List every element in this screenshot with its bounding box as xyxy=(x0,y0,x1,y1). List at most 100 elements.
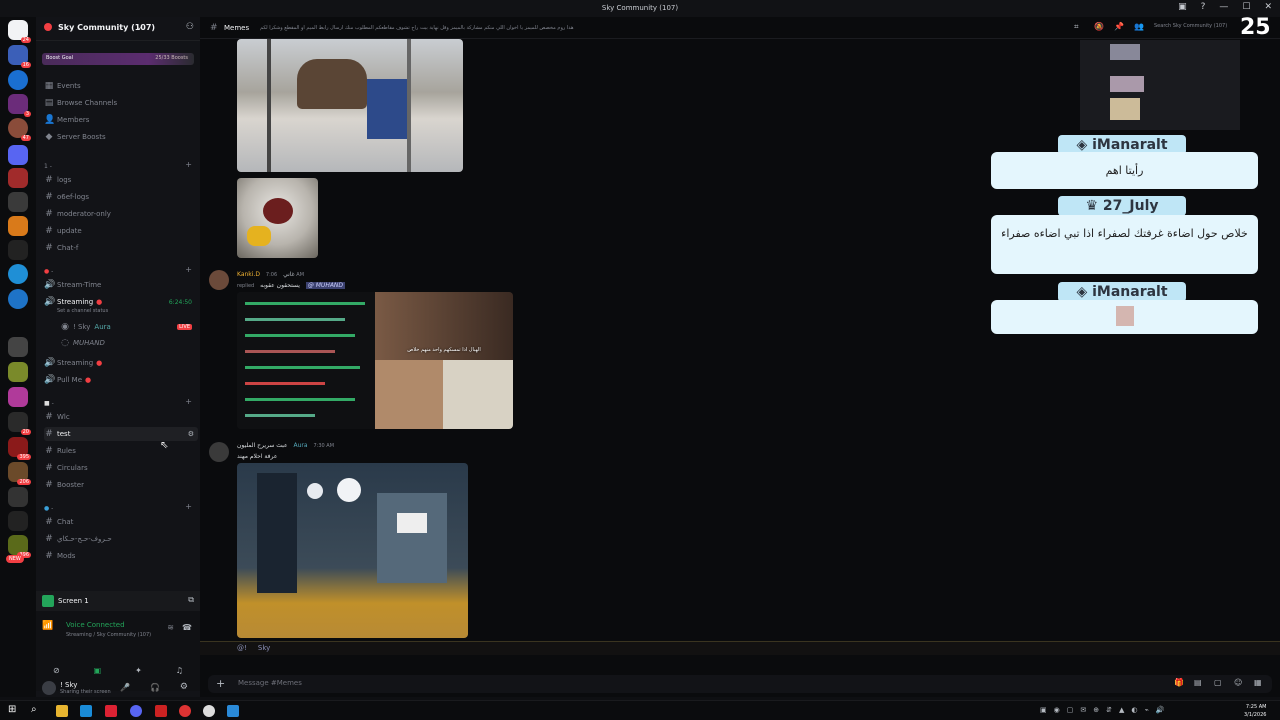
add-channel-icon[interactable]: + xyxy=(185,397,192,406)
server-icon[interactable]: 396 xyxy=(8,535,31,558)
share-screen-icon[interactable]: ▣ xyxy=(94,666,102,675)
server-icon[interactable]: 3 xyxy=(8,94,31,117)
user-settings-icon[interactable]: ⚙ xyxy=(180,682,188,692)
disconnect-icon[interactable]: ☎ xyxy=(182,623,192,632)
clock[interactable]: 7:25 AM 3/1/2026 xyxy=(1244,703,1266,719)
voice-channel-streaming-2[interactable]: 🔊 Streaming ● xyxy=(44,356,198,370)
pin-icon[interactable]: 📌 xyxy=(1114,22,1124,31)
add-channel-icon[interactable]: + xyxy=(185,265,192,274)
message-input[interactable]: Message #Memes xyxy=(238,679,302,687)
avatar[interactable] xyxy=(42,681,56,695)
category-header[interactable]: ● - xyxy=(44,505,53,512)
popout-icon[interactable]: ⧉ xyxy=(188,595,194,605)
add-member-icon[interactable]: ⚇ xyxy=(186,22,194,32)
voice-channel-stream-time[interactable]: 🔊 Stream-Time xyxy=(44,278,198,292)
server-header[interactable]: Sky Community (107) ⌄ ⚇ xyxy=(36,17,200,41)
activities-icon[interactable]: ✦ xyxy=(135,666,142,675)
app-icon[interactable] xyxy=(203,705,215,717)
channel-circulars[interactable]: # Circulars xyxy=(44,461,198,475)
server-icon[interactable]: 20 xyxy=(8,412,31,435)
channel-logs[interactable]: # logs xyxy=(44,173,198,187)
channel-rules[interactable]: # Rules xyxy=(44,444,198,458)
screen-share-bar[interactable]: Screen 1 ⧉ xyxy=(36,591,200,611)
noise-suppression-icon[interactable]: ≋ xyxy=(167,623,174,632)
meme-image-lights-shop[interactable] xyxy=(237,463,468,638)
app-icon[interactable] xyxy=(80,705,92,717)
channel-o6ef-logs[interactable]: # o6ef-logs xyxy=(44,190,198,204)
maximize-button[interactable]: ☐ xyxy=(1242,2,1250,12)
app-icon[interactable] xyxy=(105,705,117,717)
app-icon[interactable] xyxy=(227,705,239,717)
server-icon[interactable]: 395 xyxy=(8,437,31,460)
server-icon[interactable] xyxy=(8,192,28,212)
voice-status[interactable]: Voice Connected xyxy=(66,621,125,629)
microphone-icon[interactable]: 🎤 xyxy=(120,683,130,692)
help-icon[interactable]: ? xyxy=(1201,2,1206,12)
channel-moderator-only[interactable]: # moderator-only xyxy=(44,207,198,221)
apps-icon[interactable]: ▦ xyxy=(1254,678,1262,687)
category-header[interactable]: ● - xyxy=(44,268,53,275)
channel-test[interactable]: # test ⚙ xyxy=(44,427,198,441)
meme-image-horse[interactable] xyxy=(237,39,463,172)
emoji-icon[interactable]: ☺ xyxy=(1234,678,1242,687)
server-icon[interactable]: 16 xyxy=(8,45,31,68)
channel-mods[interactable]: # Mods xyxy=(44,549,198,563)
server-icon[interactable] xyxy=(8,240,28,260)
server-icon[interactable] xyxy=(8,362,28,382)
channel-chat-f[interactable]: # Chat-f xyxy=(44,241,198,255)
inbox-icon[interactable]: ▣ xyxy=(1178,2,1187,12)
voice-channel-streaming[interactable]: 🔊 Streaming ● 6:24:50 xyxy=(44,295,198,309)
mute-icon[interactable]: 🔕 xyxy=(1094,22,1104,31)
channel-topic[interactable]: هذا روم مخصص للميمز يا اخوان اللي منكم م… xyxy=(260,25,680,31)
camera-off-icon[interactable]: ⊘ xyxy=(53,666,60,675)
avatar[interactable] xyxy=(209,270,229,290)
file-explorer-icon[interactable] xyxy=(56,705,68,717)
search-icon[interactable]: ⌕ xyxy=(31,704,37,715)
server-icon[interactable]: 47 xyxy=(8,118,31,141)
system-tray[interactable]: ▣ ◉ ▢ ✉ ⊕ ⇵ ▲ ◐ ⌁ 🔊 xyxy=(1040,706,1164,714)
headphones-icon[interactable]: 🎧 xyxy=(150,683,160,692)
channel-arabic[interactable]: # حـروف-حـح-حـكاي xyxy=(44,532,198,546)
server-icon[interactable] xyxy=(8,216,28,236)
server-icon[interactable] xyxy=(8,387,28,407)
minimize-button[interactable]: — xyxy=(1219,2,1228,12)
soundboard-icon[interactable]: ♫ xyxy=(176,666,183,675)
mention[interactable]: @ MUHAND xyxy=(305,282,346,289)
server-icon[interactable] xyxy=(8,70,28,90)
category-header[interactable]: ■ - xyxy=(44,400,54,407)
add-channel-icon[interactable]: + xyxy=(185,502,192,511)
channel-status[interactable]: Set a channel status xyxy=(57,308,108,314)
server-icon[interactable] xyxy=(8,168,28,188)
meme-image-collage[interactable]: الهبال اذا تمسكهم واحد منهم خلاص xyxy=(237,292,513,429)
avatar[interactable] xyxy=(209,442,229,462)
message-composer[interactable]: + Message #Memes 🎁 ▤ ▢ ☺ ▦ xyxy=(208,675,1272,693)
app-icon[interactable] xyxy=(155,705,167,717)
author-name[interactable]: عبث سريرح المليون xyxy=(237,442,288,449)
add-attachment-icon[interactable]: + xyxy=(216,677,225,690)
voice-user[interactable]: ◌ MUHAND xyxy=(60,336,198,350)
server-icon[interactable] xyxy=(8,145,28,165)
channel-booster[interactable]: # Booster xyxy=(44,478,198,492)
threads-icon[interactable]: ⌗ xyxy=(1074,22,1079,32)
nav-events[interactable]: ▦ Events xyxy=(44,79,198,93)
boost-goal-bar[interactable]: Boost Goal 25/33 Boosts xyxy=(42,53,194,65)
search-input[interactable]: Search Sky Community (107) xyxy=(1154,23,1227,29)
server-icon[interactable] xyxy=(8,289,28,309)
nav-server-boosts[interactable]: ◆ Server Boosts xyxy=(44,130,198,144)
server-icon[interactable]: 206 xyxy=(8,462,31,485)
members-icon[interactable]: 👥 xyxy=(1134,22,1144,31)
voice-user[interactable]: ◉ ! Sky Aura LIVE xyxy=(60,320,198,334)
channel-chat[interactable]: # Chat xyxy=(44,515,198,529)
gift-icon[interactable]: 🎁 xyxy=(1174,678,1184,687)
discord-icon[interactable] xyxy=(130,705,142,717)
meme-image-cat[interactable] xyxy=(237,178,318,258)
add-channel-icon[interactable]: + xyxy=(185,160,192,169)
home-button[interactable]: 24 xyxy=(8,20,31,43)
server-icon[interactable] xyxy=(8,511,28,531)
close-button[interactable]: ✕ xyxy=(1264,2,1272,12)
channel-update[interactable]: # update xyxy=(44,224,198,238)
server-icon[interactable] xyxy=(8,264,28,284)
sticker-icon[interactable]: ▢ xyxy=(1214,678,1222,687)
gif-icon[interactable]: ▤ xyxy=(1194,678,1202,687)
app-icon[interactable] xyxy=(179,705,191,717)
